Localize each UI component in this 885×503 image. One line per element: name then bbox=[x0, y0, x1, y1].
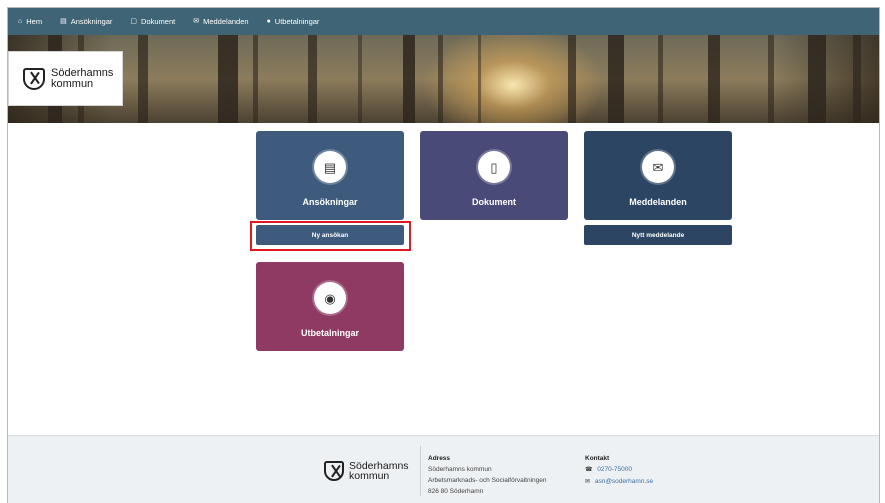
address-line: 826 80 Söderhamn bbox=[428, 488, 484, 495]
coins-icon: ● bbox=[266, 18, 271, 25]
footer: Söderhamns kommun Adress Söderhamns komm… bbox=[8, 435, 879, 503]
footer-address: Adress Söderhamns kommun Arbetsmarknads-… bbox=[428, 453, 547, 497]
nav-item-dokument[interactable]: ▢ Dokument bbox=[130, 17, 175, 26]
document-icon: ▢ bbox=[130, 18, 138, 25]
envelope-icon: ✉ bbox=[642, 151, 674, 183]
home-icon: ⌂ bbox=[18, 18, 23, 25]
phone-link[interactable]: 0270-75000 bbox=[597, 466, 632, 473]
nav-item-hem[interactable]: ⌂ Hem bbox=[18, 17, 42, 26]
tile-label: Utbetalningar bbox=[300, 328, 359, 338]
nav-item-label: Hem bbox=[26, 17, 43, 26]
nav-item-label: Ansökningar bbox=[70, 17, 113, 26]
tile-label: Meddelanden bbox=[629, 197, 687, 207]
tile-label: Dokument bbox=[471, 197, 516, 207]
coat-of-arms-icon bbox=[324, 461, 344, 481]
money-icon: ◉ bbox=[314, 282, 346, 314]
tile-meddelanden[interactable]: ✉ Meddelanden bbox=[584, 131, 732, 220]
contact-heading: Kontakt bbox=[585, 455, 610, 462]
top-navigation: ⌂ Hem ▤ Ansökningar ▢ Dokument ✉ Meddela… bbox=[8, 8, 879, 35]
nav-item-label: Dokument bbox=[141, 17, 176, 26]
page-frame: ⌂ Hem ▤ Ansökningar ▢ Dokument ✉ Meddela… bbox=[7, 7, 880, 503]
tile-utbetalningar[interactable]: ◉ Utbetalningar bbox=[256, 262, 404, 351]
footer-contact: Kontakt ☎ 0270-75000 ✉ asn@soderhamn.se bbox=[585, 453, 653, 488]
address-line: Arbetsmarknads- och Socialförvaltningen bbox=[428, 477, 547, 484]
new-message-button[interactable]: Nytt meddelande bbox=[584, 225, 732, 245]
tile-ansokningar[interactable]: ▤ Ansökningar bbox=[256, 131, 404, 220]
nav-item-label: Utbetalningar bbox=[274, 17, 320, 26]
envelope-icon: ✉ bbox=[193, 18, 200, 25]
address-line: Söderhamns kommun bbox=[428, 466, 492, 473]
footer-divider bbox=[420, 446, 421, 496]
brand-logo[interactable]: Söderhamns kommun bbox=[8, 51, 123, 106]
email-link[interactable]: asn@soderhamn.se bbox=[595, 478, 653, 485]
tile-dokument[interactable]: ▯ Dokument bbox=[420, 131, 568, 220]
brand-name: Söderhamns kommun bbox=[51, 66, 114, 90]
footer-logo: Söderhamns kommun bbox=[324, 461, 409, 481]
new-application-button[interactable]: Ny ansökan bbox=[256, 225, 404, 245]
document-icon: ▯ bbox=[478, 151, 510, 183]
envelope-icon: ✉ bbox=[585, 479, 591, 485]
coat-of-arms-icon bbox=[23, 67, 45, 90]
hero-forest-banner bbox=[8, 35, 879, 123]
nav-item-utbetalningar[interactable]: ● Utbetalningar bbox=[267, 17, 320, 26]
clipboard-icon: ▤ bbox=[314, 151, 346, 183]
tile-label: Ansökningar bbox=[302, 197, 358, 207]
phone-icon: ☎ bbox=[585, 467, 593, 473]
file-icon: ▤ bbox=[60, 18, 67, 25]
nav-item-label: Meddelanden bbox=[203, 17, 249, 26]
address-heading: Adress bbox=[428, 455, 451, 462]
nav-item-meddelanden[interactable]: ✉ Meddelanden bbox=[193, 17, 248, 26]
nav-item-ansokningar[interactable]: ▤ Ansökningar bbox=[60, 17, 112, 26]
